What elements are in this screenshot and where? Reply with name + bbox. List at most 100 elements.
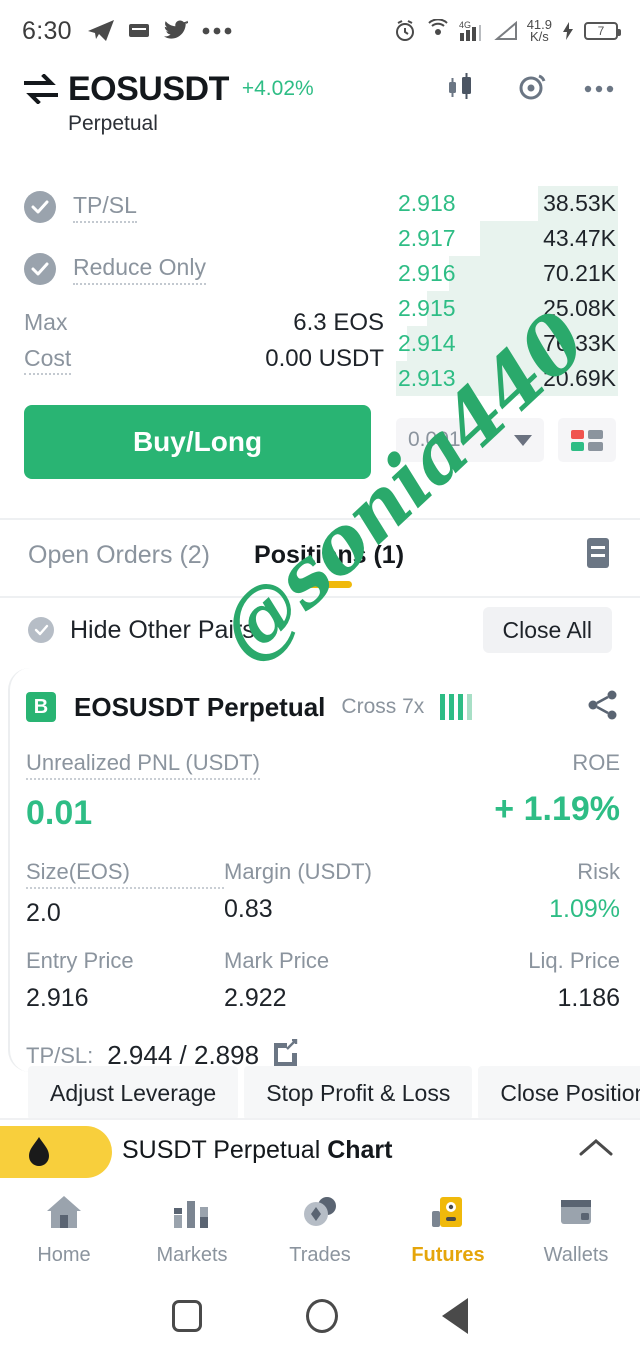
nav-label-futures: Futures xyxy=(411,1244,485,1266)
order-book-price: 2.917 xyxy=(398,225,456,251)
nav-label-trades: Trades xyxy=(289,1244,351,1266)
tpsl-option-row[interactable]: TP/SL xyxy=(24,185,384,229)
buy-long-button[interactable]: Buy/Long xyxy=(24,405,371,479)
order-book-amount: 43.47K xyxy=(543,225,616,251)
battery-level: 7 xyxy=(597,24,605,38)
tpsl-checkbox[interactable] xyxy=(24,191,56,223)
order-book: 2.918 38.53K 2.917 43.47K 2.916 70.21K 2.915 25… xyxy=(396,186,618,396)
liq-price-value: 1.186 xyxy=(557,984,620,1012)
order-book-row[interactable]: 2.917 43.47K xyxy=(396,221,618,256)
share-icon[interactable] xyxy=(586,689,620,726)
home-circle-icon[interactable] xyxy=(306,1299,338,1333)
position-margin-mode[interactable]: Cross 7x xyxy=(341,695,424,719)
position-title: EOSUSDT Perpetual xyxy=(74,691,326,722)
contract-type-label: Perpetual xyxy=(68,112,158,135)
back-triangle-icon[interactable] xyxy=(442,1298,468,1334)
chevron-up-icon[interactable] xyxy=(578,1137,614,1164)
nav-item-trades[interactable]: Trades xyxy=(256,1193,384,1267)
order-book-row[interactable]: 2.916 70.21K xyxy=(396,256,618,291)
max-value: 6.3 EOS xyxy=(293,309,384,336)
order-book-amount: 76.33K xyxy=(543,330,616,356)
nav-label-markets: Markets xyxy=(156,1244,228,1266)
network-speed-unit: K/s xyxy=(529,29,549,44)
order-book-row[interactable]: 2.913 20.69K xyxy=(396,361,618,396)
telegram-icon xyxy=(87,19,115,43)
pair-header: EOSUSDT +4.02% Perpetual xyxy=(0,62,640,167)
size-value: 2.0 xyxy=(26,899,61,927)
unrealized-pnl-block: Unrealized PNL (USDT) 0.01 xyxy=(26,750,260,833)
mark-price-cell: Mark Price 2.922 xyxy=(224,948,422,1013)
chart-drawer[interactable]: SUSDT Perpetual Chart xyxy=(0,1118,640,1180)
risk-level-bars-icon xyxy=(440,694,473,720)
order-book-row[interactable]: 2.918 38.53K xyxy=(396,186,618,221)
order-book-amount: 25.08K xyxy=(543,295,616,321)
twitter-icon xyxy=(163,20,189,42)
recents-square-icon[interactable] xyxy=(172,1300,202,1332)
order-book-row[interactable]: 2.914 76.33K xyxy=(396,326,618,361)
close-all-button[interactable]: Close All xyxy=(482,607,612,653)
signal-triangle-icon xyxy=(493,21,518,41)
unrealized-pnl-label: Unrealized PNL (USDT) xyxy=(26,750,260,780)
battery-indicator: 7 xyxy=(584,22,621,40)
reduce-only-checkbox[interactable] xyxy=(24,253,56,285)
hide-other-pairs-label: Hide Other Pairs xyxy=(70,615,255,644)
position-tpsl-label: TP/SL: xyxy=(26,1042,94,1068)
chart-drawer-subtitle: Chart xyxy=(327,1135,393,1164)
hotspot-icon xyxy=(426,19,450,43)
order-book-mode-icon[interactable] xyxy=(558,418,616,462)
max-row: Max 6.3 EOS xyxy=(24,309,384,345)
unrealized-pnl-value: 0.01 xyxy=(26,794,93,832)
candlestick-chart-icon[interactable] xyxy=(446,72,480,107)
reduce-only-option-row[interactable]: Reduce Only xyxy=(24,247,384,291)
wallet-card-icon xyxy=(555,1193,597,1236)
margin-cell: Margin (USDT) 0.83 xyxy=(224,859,422,928)
order-book-amount: 20.69K xyxy=(543,365,616,391)
home-icon xyxy=(44,1193,84,1236)
price-change-percent: +4.02% xyxy=(241,77,314,100)
android-system-nav xyxy=(0,1280,640,1352)
document-icon[interactable] xyxy=(584,536,612,575)
nav-item-home[interactable]: Home xyxy=(0,1193,128,1267)
max-label: Max xyxy=(24,309,68,335)
position-metrics-grid: Size(EOS) 2.0 Margin (USDT) 0.83 Risk 1.… xyxy=(26,859,620,1013)
risk-cell: Risk 1.09% xyxy=(422,859,620,928)
order-book-row[interactable]: 2.915 25.08K xyxy=(396,291,618,326)
tick-size-select[interactable]: 0.001 xyxy=(396,418,544,462)
nav-item-futures[interactable]: Futures xyxy=(384,1193,512,1267)
cost-label: Cost xyxy=(24,345,72,375)
position-action-button[interactable]: Adjust Leverage xyxy=(28,1066,239,1120)
roe-value: + 1.19% xyxy=(494,790,620,828)
status-bar-notification-icons xyxy=(87,19,232,43)
futures-icon xyxy=(427,1193,469,1236)
position-action-button[interactable]: Stop Profit & Loss xyxy=(244,1066,473,1120)
roe-label: ROE xyxy=(572,750,620,775)
position-action-button[interactable]: Close Position xyxy=(478,1066,640,1120)
alert-icon[interactable] xyxy=(516,72,548,107)
entry-price-cell: Entry Price 2.916 xyxy=(26,948,224,1013)
svg-text:4G: 4G xyxy=(459,20,471,30)
more-options-icon[interactable] xyxy=(584,80,616,98)
liq-price-cell: Liq. Price 1.186 xyxy=(422,948,620,1013)
trades-coins-icon xyxy=(299,1193,341,1236)
size-label: Size(EOS) xyxy=(26,859,224,889)
swap-pair-icon[interactable] xyxy=(24,73,58,105)
nav-label-wallets: Wallets xyxy=(543,1244,609,1266)
order-book-price: 2.914 xyxy=(398,330,456,356)
alarm-icon xyxy=(393,19,417,43)
nav-label-home: Home xyxy=(37,1244,91,1266)
roe-block: ROE + 1.19% xyxy=(494,750,620,829)
page-title[interactable]: EOSUSDT xyxy=(68,70,229,109)
position-actions: Adjust Leverage Stop Profit & Loss Close P… xyxy=(28,1066,640,1120)
nav-item-markets[interactable]: Markets xyxy=(128,1193,256,1267)
hide-other-pairs-checkbox[interactable] xyxy=(28,617,54,643)
status-bar: 6:30 4G 41.9 K/s 7 xyxy=(0,0,640,62)
message-icon xyxy=(128,22,150,40)
nav-item-wallets[interactable]: Wallets xyxy=(512,1193,640,1267)
status-bar-system-icons: 4G 41.9 K/s 7 xyxy=(393,18,621,44)
margin-value: 0.83 xyxy=(224,895,273,923)
tab-positions[interactable]: Positions (1) xyxy=(254,541,404,570)
risk-label: Risk xyxy=(577,859,620,884)
bottom-navigation: Home Markets Trades Futures Wallets xyxy=(0,1180,640,1280)
tpsl-label: TP/SL xyxy=(73,192,137,223)
tab-open-orders[interactable]: Open Orders (2) xyxy=(28,541,210,570)
